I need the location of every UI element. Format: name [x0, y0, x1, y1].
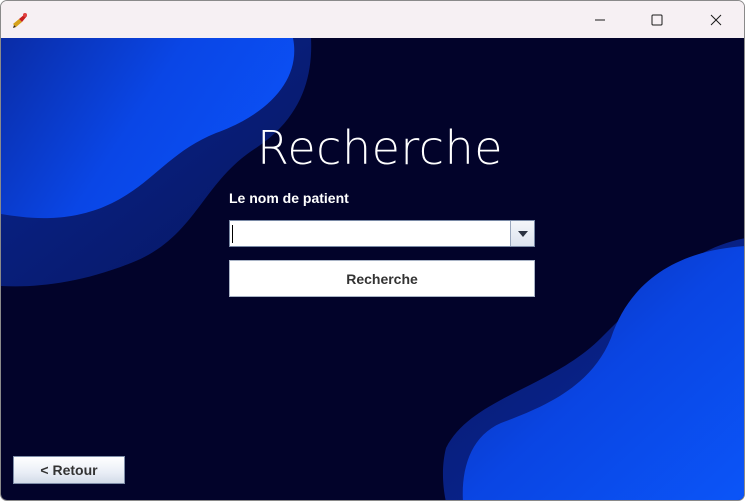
- app-window: Recherche Le nom de patient Recherche < …: [0, 0, 745, 501]
- patient-name-label: Le nom de patient: [229, 190, 349, 206]
- patient-name-input[interactable]: [230, 221, 510, 246]
- maximize-icon: [651, 14, 663, 25]
- minimize-icon: [595, 19, 605, 20]
- page-title: Recherche: [256, 121, 504, 175]
- java-app-icon: [13, 13, 27, 28]
- minimize-button[interactable]: [571, 1, 629, 38]
- title-bar[interactable]: [1, 1, 744, 38]
- search-button[interactable]: Recherche: [229, 260, 535, 297]
- chevron-down-icon: [517, 230, 528, 237]
- text-caret: [232, 225, 233, 243]
- maximize-button[interactable]: [628, 1, 686, 38]
- main-panel: Recherche Le nom de patient Recherche < …: [1, 38, 744, 500]
- combobox-dropdown-button[interactable]: [510, 221, 534, 246]
- close-icon: [710, 14, 722, 25]
- patient-name-combobox[interactable]: [229, 220, 535, 247]
- back-button[interactable]: < Retour: [13, 456, 125, 484]
- close-button[interactable]: [687, 1, 744, 38]
